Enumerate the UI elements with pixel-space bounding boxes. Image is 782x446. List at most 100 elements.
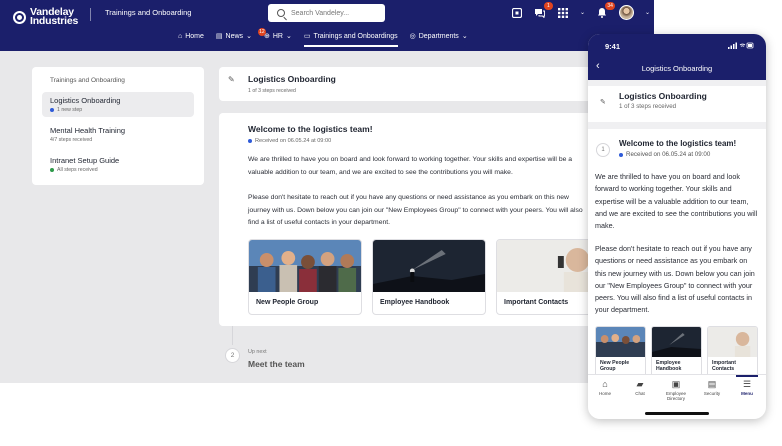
home-indicator — [645, 412, 709, 415]
mobile-paragraph: Please don't hesitate to reach out if yo… — [595, 244, 755, 315]
wifi-icon — [739, 43, 746, 47]
step-paragraph: Please don't hesitate to reach out if yo… — [248, 194, 583, 226]
user-avatar[interactable] — [618, 5, 634, 20]
nav-hr[interactable]: 12 ⊕ HR ⌄ — [257, 28, 292, 47]
night-sky-image — [373, 240, 485, 292]
mobile-top-bar: 9:41 ‹ Logistics Onboarding — [588, 34, 766, 80]
mobile-phone: 9:41 ‹ Logistics Onboarding ✎ Logistics … — [588, 34, 766, 419]
trainings-sidebar: Trainings and Onboarding Logistics Onboa… — [32, 67, 204, 185]
bell-icon[interactable]: 34 — [596, 1, 615, 19]
search-input[interactable]: Search Vandeley... — [268, 4, 385, 22]
mobile-paragraph: We are thrilled to have you on board and… — [595, 172, 758, 231]
graduation-cap-icon: ✎ — [600, 99, 606, 106]
menu-icon: ☰ — [742, 379, 752, 389]
group-photo-image — [249, 240, 361, 292]
status-icons — [728, 42, 754, 51]
tile-label: New People Group — [256, 299, 319, 306]
onboarding-header: ✎ Logistics Onboarding 1 of 3 steps rece… — [219, 67, 619, 101]
mobile-received-date: Received on 06.05.24 at 09:00 — [626, 151, 711, 158]
mobile-header-card: ✎ Logistics Onboarding 1 of 3 steps rece… — [588, 86, 766, 122]
tab-label: Chat — [635, 391, 645, 396]
sidebar-item-logistics[interactable]: Logistics Onboarding 1 new step — [42, 92, 194, 117]
step-number: 1 — [596, 143, 610, 157]
chevron-down-icon[interactable]: ⌄ — [645, 9, 650, 16]
tile-label: Employee Handbook — [380, 299, 450, 306]
tab-label: Menu — [741, 391, 753, 396]
top-bar: Vandelay Industries Trainings and Onboar… — [0, 0, 654, 51]
battery-icon — [746, 42, 754, 49]
tile-label: New People Group — [600, 360, 630, 372]
company-logo[interactable]: Vandelay Industries — [13, 7, 79, 27]
chat-icon[interactable]: 1 — [534, 1, 553, 19]
directory-icon: ▣ — [671, 379, 681, 389]
mobile-tile-new-people-group[interactable]: New People Group — [595, 326, 646, 379]
nav-departments-label: Departments — [418, 32, 459, 40]
search-icon — [277, 9, 285, 17]
grid-icon[interactable] — [557, 7, 569, 19]
training-icon: ▭ — [303, 33, 311, 40]
new-dot-icon — [50, 108, 54, 112]
home-icon: ⌂ — [178, 32, 183, 40]
chat-icon: ▰ — [636, 379, 644, 389]
globe-icon: ◎ — [409, 33, 416, 40]
top-icons: 1 ⌄ 34 ⌄ — [511, 1, 650, 20]
tab-menu[interactable]: ☰ Menu — [730, 375, 764, 396]
nav-departments[interactable]: ◎ Departments ⌄ — [410, 32, 468, 47]
sidebar-item-status: 4/7 steps received — [50, 137, 93, 143]
sidebar-item-label: Mental Health Training — [50, 126, 126, 135]
night-sky-image — [652, 327, 701, 357]
signal-icon — [728, 42, 737, 49]
tab-label: Home — [598, 391, 611, 396]
received-date: Received on 06.05.24 at 09:00 — [255, 138, 332, 144]
tab-home[interactable]: ⌂ Home — [588, 379, 622, 396]
chevron-down-icon: ⌄ — [461, 33, 468, 40]
step-title: Welcome to the logistics team! — [248, 124, 373, 134]
page-title: Logistics Onboarding — [248, 74, 336, 84]
apps-launcher-icon[interactable] — [511, 7, 523, 19]
nav-trainings-label: Trainings and Onboardings — [313, 32, 398, 40]
home-icon: ⌂ — [602, 379, 608, 389]
mobile-step-card: 1 Welcome to the logistics team! Receive… — [588, 129, 766, 379]
status-time: 9:41 — [605, 42, 621, 51]
main-nav: ⌂ Home ▤ News ⌄ 12 ⊕ HR ⌄ ▭ Trainings an… — [178, 28, 468, 47]
tile-new-people-group[interactable]: New People Group — [248, 239, 362, 315]
nav-home-label: Home — [185, 32, 204, 40]
nav-home[interactable]: ⌂ Home — [178, 33, 204, 47]
news-icon: ▤ — [215, 33, 223, 40]
done-dot-icon — [50, 168, 54, 172]
logo-mark-icon — [13, 10, 26, 24]
tab-chat[interactable]: ▰ Chat — [623, 379, 657, 396]
mobile-tile-important-contacts[interactable]: Important Contacts — [707, 326, 758, 379]
step-paragraph: We are thrilled to have you on board and… — [248, 156, 573, 176]
sidebar-item-status: 1 new step — [57, 107, 83, 113]
mobile-tile-employee-handbook[interactable]: Employee Handbook — [651, 326, 702, 379]
chevron-down-icon[interactable]: ⌄ — [580, 9, 585, 16]
desktop-window: Vandelay Industries Trainings and Onboar… — [0, 0, 654, 383]
chevron-down-icon: ⌄ — [285, 33, 292, 40]
nav-trainings[interactable]: ▭ Trainings and Onboardings — [303, 32, 398, 47]
sidebar-item-mental-health[interactable]: Mental Health Training 4/7 steps receive… — [42, 122, 194, 147]
received-dot-icon — [619, 152, 623, 157]
tile-label: Important Contacts — [712, 360, 736, 372]
group-photo-image — [596, 327, 645, 357]
tab-employee-directory[interactable]: ▣ Employee Directory — [659, 379, 693, 401]
sidebar-item-intranet[interactable]: Intranet Setup Guide All steps received — [42, 152, 194, 177]
up-next-title[interactable]: Meet the team — [248, 359, 305, 369]
tab-security[interactable]: ▤ Security — [695, 379, 729, 396]
steps-progress: 1 of 3 steps received — [248, 88, 296, 94]
graduation-cap-icon: ✎ — [228, 75, 235, 84]
sidebar-item-label: Intranet Setup Guide — [50, 156, 120, 165]
app-title: Trainings and Onboarding — [105, 8, 192, 17]
sidebar-item-label: Logistics Onboarding — [50, 96, 121, 105]
tab-label: Employee Directory — [665, 391, 686, 401]
nav-news[interactable]: ▤ News ⌄ — [216, 32, 252, 47]
logo-name-line2: Industries — [30, 15, 79, 27]
step-number: 2 — [225, 348, 240, 363]
chat-badge: 1 — [543, 1, 553, 10]
step-card: Welcome to the logistics team! Received … — [219, 113, 619, 326]
mobile-header-title: Logistics Onboarding — [619, 91, 707, 101]
mobile-title: Logistics Onboarding — [641, 64, 713, 73]
notification-badge: 34 — [605, 1, 615, 10]
sidebar-item-status: All steps received — [57, 167, 98, 173]
tile-employee-handbook[interactable]: Employee Handbook — [372, 239, 486, 315]
